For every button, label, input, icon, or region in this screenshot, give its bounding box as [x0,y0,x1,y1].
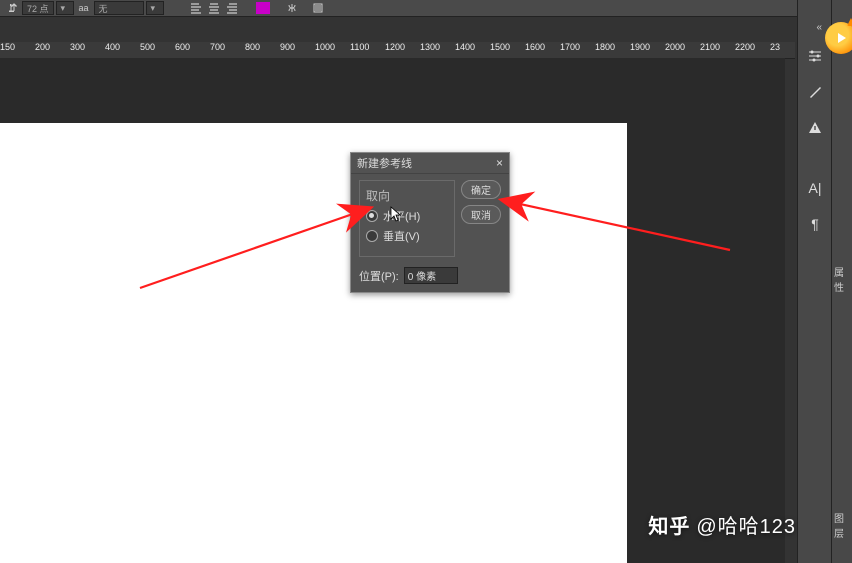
canvas-viewport[interactable] [0,58,785,563]
right-icon-strip: A| ¶ [797,0,832,563]
adjustments-icon[interactable] [805,46,825,66]
radio-vertical-label: 垂直(V) [383,228,420,244]
dialog-titlebar[interactable]: 新建参考线 × [351,153,509,174]
position-label: 位置(P): [359,268,399,284]
orientation-legend: 取向 [366,189,390,203]
right-panels: 属性 图层 [831,0,852,563]
orientation-group: 取向 水平(H) 垂直(V) [359,180,455,257]
font-size-dropdown[interactable]: ▾ [56,1,74,15]
position-row: 位置(P): [351,267,509,292]
warning-icon[interactable] [805,118,825,138]
expand-panels-icon[interactable]: « [816,22,822,33]
player-logo-icon [825,22,852,54]
position-field[interactable] [404,267,458,284]
aa-icon: aa [76,1,92,15]
top-toolbar: 72 点 ▾ aa 无 ▾ [0,0,852,17]
font-size-field[interactable]: 72 点 [22,1,54,15]
zhihu-logo: 知乎 [648,510,690,539]
horizontal-ruler: 1502003004005006007008009001000110012001… [0,42,795,59]
align-center-icon[interactable] [206,1,222,15]
new-guide-dialog: 新建参考线 × 取向 水平(H) 垂直(V) 确定 取消 位置(P): [350,152,510,293]
radio-vertical[interactable]: 垂直(V) [366,228,448,244]
color-swatch[interactable] [256,2,270,14]
artboard[interactable] [0,123,627,563]
watermark: 知乎 @哈哈123 [0,510,796,539]
close-icon[interactable]: × [496,156,503,170]
layers-panel-label[interactable]: 图层 [832,506,852,544]
radio-icon [366,230,378,242]
radio-horizontal-label: 水平(H) [383,208,420,224]
panel-icon[interactable] [310,1,326,15]
ok-button[interactable]: 确定 [461,180,501,199]
cancel-button[interactable]: 取消 [461,205,501,224]
properties-panel-label[interactable]: 属性 [832,260,852,298]
align-left-icon[interactable] [188,1,204,15]
radio-icon [366,210,378,222]
watermark-user: @哈哈123 [696,510,796,539]
align-right-icon[interactable] [224,1,240,15]
antialias-dropdown[interactable]: ▾ [146,1,164,15]
text-tool-icon[interactable] [4,1,20,15]
warp-text-icon[interactable] [284,1,300,15]
brush-icon[interactable] [805,82,825,102]
radio-horizontal[interactable]: 水平(H) [366,208,448,224]
dialog-title-text: 新建参考线 [357,155,412,171]
paragraph-panel-icon[interactable]: ¶ [805,214,825,234]
character-panel-icon[interactable]: A| [805,178,825,198]
antialias-field[interactable]: 无 [94,1,144,15]
